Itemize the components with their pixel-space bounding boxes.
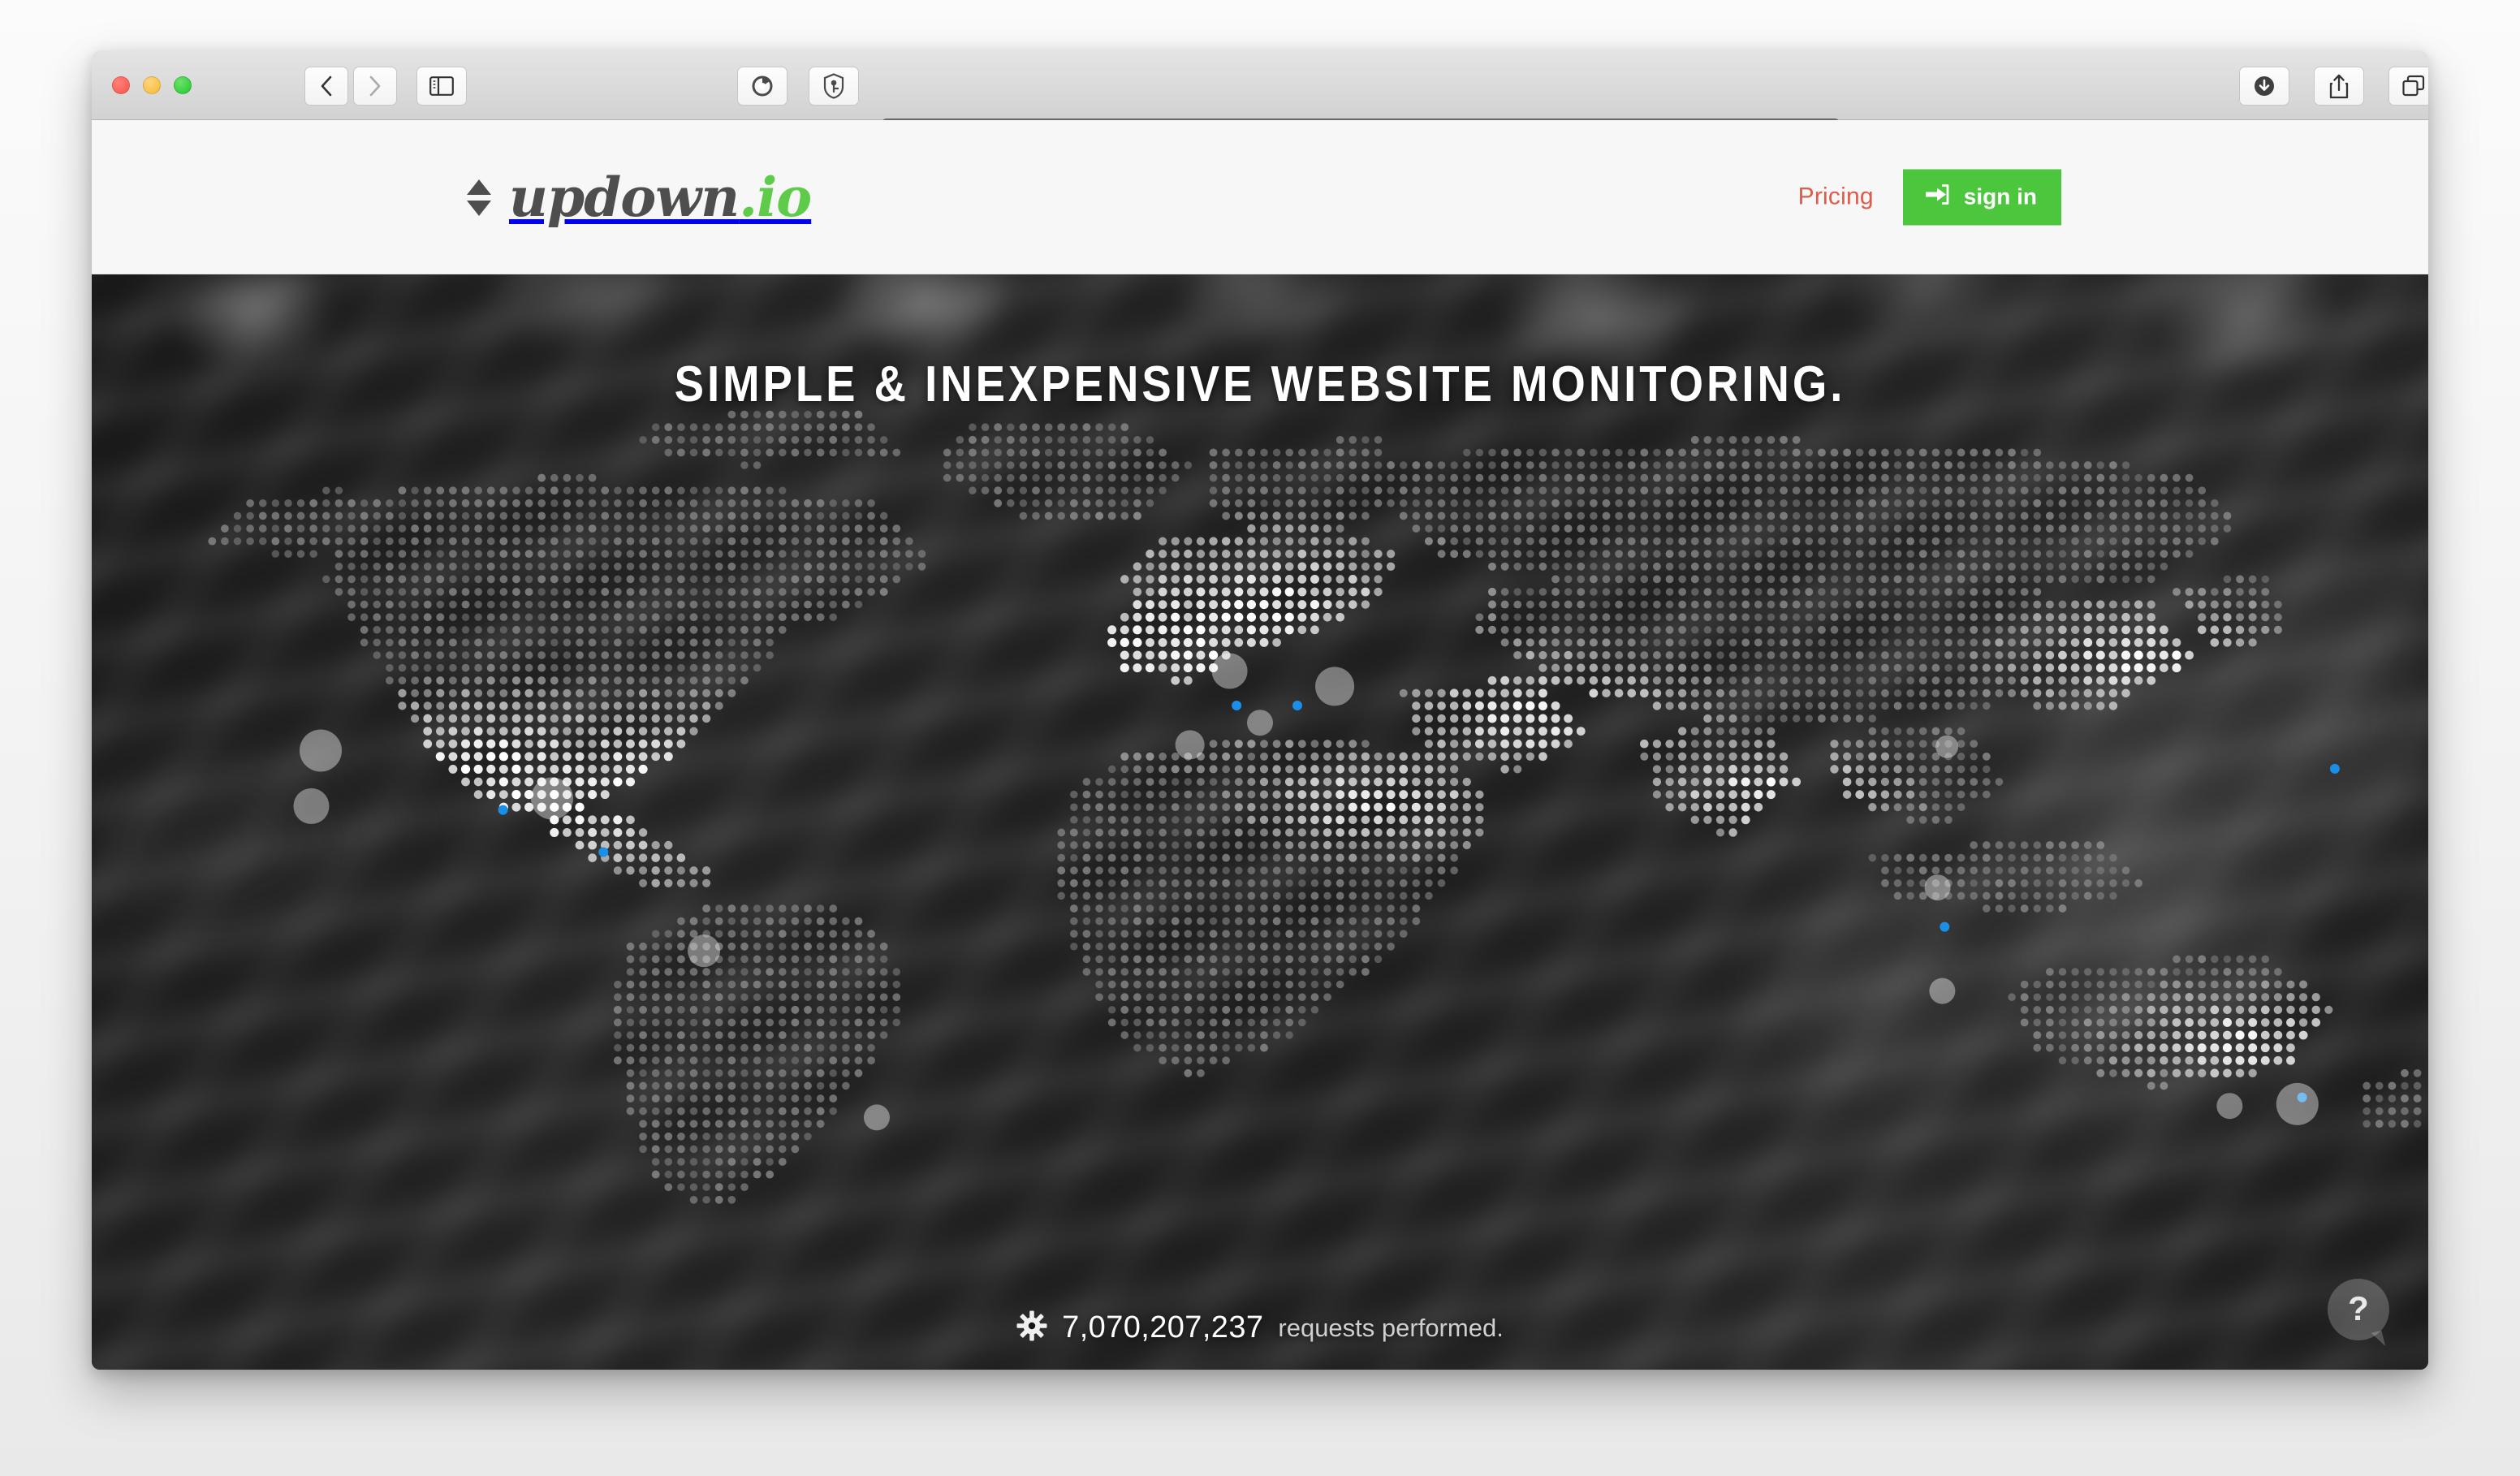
share-icon [2328,73,2350,99]
requests-counter: 7,070,207,237 requests performed. [92,1310,2428,1345]
logo-wordmark: updown.io [509,170,812,224]
chevron-right-icon [368,75,382,97]
dotted-world-map [92,370,2428,1328]
sign-in-button[interactable]: sign in [1902,169,2061,225]
chevron-left-icon [319,75,334,97]
close-window-button[interactable] [112,76,130,94]
tab-overview-button[interactable] [2388,67,2428,106]
header-navigation: Pricing sign in [1798,169,2061,225]
reader-mode-icon [750,74,775,98]
browser-toolbar: updown.io [92,50,2428,161]
site-header: updown.io Pricing sign in [92,120,2428,274]
forward-button[interactable] [353,67,397,106]
reader-mode-button[interactable] [737,67,788,106]
web-page: updown.io Pricing sign in SIMPLE & INEXP… [92,120,2428,1370]
gear-icon [1016,1310,1047,1345]
sidebar-toggle-button[interactable] [416,67,467,106]
sidebar-toggle-icon [429,76,454,96]
downloads-button[interactable] [2239,67,2289,106]
browser-window: updown.io Pricing sign in SIMPLE & INEXP… [92,50,2428,1370]
up-down-arrows-icon [467,179,491,216]
logo-tld: .io [739,165,812,229]
world-map-svg [208,410,2422,1204]
maximize-window-button[interactable] [174,76,192,94]
tab-overview-icon [2401,75,2426,97]
question-mark-icon: ? [2348,1289,2369,1327]
back-button[interactable] [304,67,348,106]
hero-section: SIMPLE & INEXPENSIVE WEBSITE MONITORING. [92,274,2428,1370]
privacy-shield-icon [823,73,844,99]
logo-name: updown [509,165,740,229]
privacy-report-button[interactable] [809,67,859,106]
pricing-link[interactable]: Pricing [1798,183,1874,211]
share-button[interactable] [2314,67,2364,106]
window-controls [112,76,192,94]
sign-in-label: sign in [1963,183,2037,209]
sign-in-arrow-icon [1924,183,1950,211]
site-logo[interactable]: updown.io [467,170,812,224]
downloads-icon [2252,74,2276,98]
requests-label: requests performed. [1278,1313,1504,1342]
minimize-window-button[interactable] [143,76,161,94]
requests-count: 7,070,207,237 [1062,1310,1264,1344]
help-button[interactable]: ? [2328,1279,2389,1340]
